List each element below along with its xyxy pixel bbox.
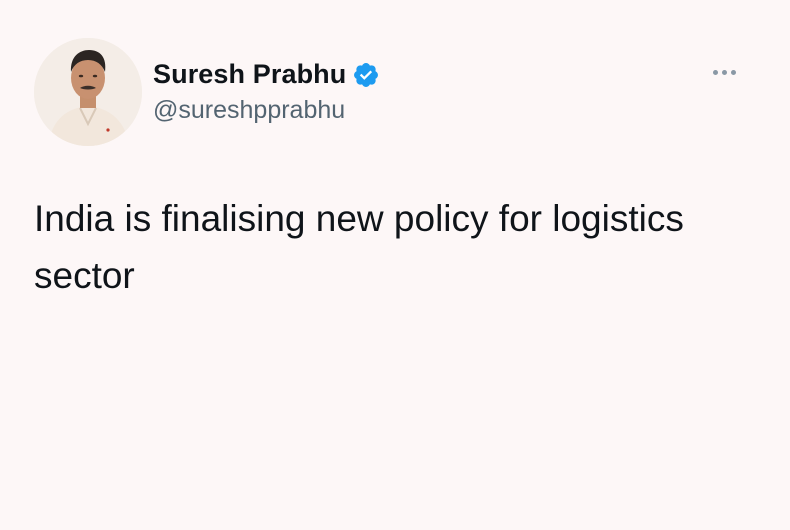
more-options-icon-dot: [730, 69, 736, 75]
verified-badge-icon: [352, 61, 380, 89]
more-options-icon: [712, 69, 718, 75]
more-options-button[interactable]: [704, 60, 744, 84]
author-name-row: Suresh Prabhu: [153, 56, 380, 92]
tweet-text: India is finalising new policy for logis…: [34, 198, 684, 296]
avatar-photo-icon: [34, 38, 142, 146]
author-display-name[interactable]: Suresh Prabhu: [153, 59, 346, 90]
more-options-icon-dot: [721, 69, 727, 75]
tweet-card: Suresh Prabhu @sureshpprabhu India is fi…: [0, 0, 790, 530]
author-header: Suresh Prabhu @sureshpprabhu: [153, 56, 380, 125]
author-handle[interactable]: @sureshpprabhu: [153, 96, 380, 125]
author-avatar[interactable]: [34, 38, 142, 146]
